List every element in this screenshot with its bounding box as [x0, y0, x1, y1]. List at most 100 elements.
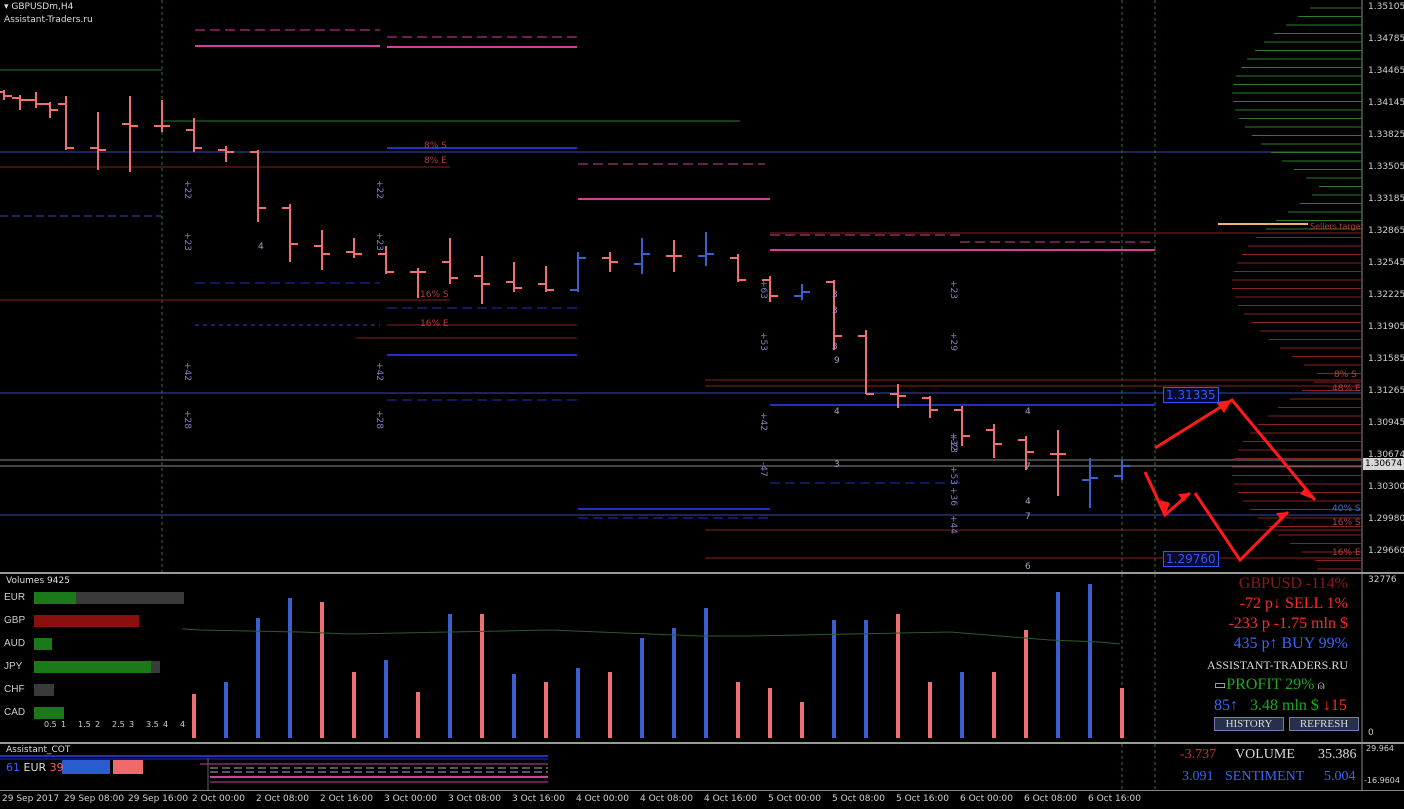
info-profit-row: ▭PROFIT 29% ⍝	[1214, 676, 1325, 694]
count-label: 3	[832, 306, 838, 316]
volume-bar	[736, 682, 740, 738]
price-tick: 1.31265	[1368, 386, 1404, 396]
history-button[interactable]: HISTORY	[1214, 717, 1284, 731]
count-label: 9	[834, 356, 840, 366]
volumes-title: Volumes 9425	[6, 576, 70, 586]
candle	[0, 90, 12, 100]
candle	[986, 424, 1002, 458]
candle	[28, 92, 44, 108]
time-tick: 2 Oct 16:00	[320, 794, 373, 804]
swing-label: +63	[758, 280, 768, 299]
swing-label: +36	[948, 487, 958, 506]
zone-label-r48e: 48% E	[1332, 384, 1361, 394]
price-tick: 1.30945	[1368, 418, 1404, 428]
candle	[122, 96, 138, 172]
candle	[1114, 460, 1130, 480]
volume-bar	[1056, 592, 1060, 738]
scale-tick: 3.5	[146, 720, 159, 729]
currency-code: CHF	[4, 684, 25, 695]
volume-bar	[384, 660, 388, 738]
price-tick: 1.31585	[1368, 354, 1404, 364]
info-site: ASSISTANT-TRADERS.RU	[1207, 658, 1348, 672]
count-label: 4	[1025, 497, 1031, 507]
swing-label: +23	[182, 232, 192, 251]
count-label: 4	[834, 407, 840, 417]
volumes-svg	[0, 574, 1363, 742]
swing-label: +42	[182, 362, 192, 381]
info-pair-line: GBPUSD -114%	[1238, 575, 1348, 592]
currency-code: AUD	[4, 638, 26, 649]
volume-bar	[320, 602, 324, 738]
time-tick: 3 Oct 08:00	[448, 794, 501, 804]
strength-bar-bg	[34, 684, 54, 696]
volume-bar	[288, 598, 292, 738]
scale-tick: 4	[163, 720, 169, 729]
time-tick: 3 Oct 00:00	[384, 794, 437, 804]
zone-label-16s: 16% S	[420, 290, 449, 300]
swing-label: -47	[758, 462, 768, 477]
lower-level-box[interactable]: 1.29760	[1163, 551, 1219, 567]
scale-tick: 2	[95, 720, 101, 729]
strength-bar-fill	[34, 638, 52, 650]
swing-label: +29	[948, 332, 958, 351]
volume-bar	[960, 672, 964, 738]
scale-tick: 2.5	[112, 720, 125, 729]
zone-label-8e: 8% E	[424, 156, 447, 166]
price-chart-svg[interactable]	[0, 0, 1404, 572]
volume-bar	[800, 702, 804, 738]
scale-tick: 0.5	[44, 720, 57, 729]
zone-label-r40s: 40% S	[1332, 504, 1361, 514]
swing-label: +23	[374, 232, 384, 251]
cot-pane[interactable]: Assistant_COT 61 EUR 39 29.964 -16.9604 …	[0, 744, 1404, 790]
scale-tick: 1.5	[78, 720, 91, 729]
info-stats-row: 85↑ 3.48 mln $ ↓15	[1214, 697, 1347, 715]
time-tick: 3 Oct 16:00	[512, 794, 565, 804]
time-tick: 2 Oct 08:00	[256, 794, 309, 804]
price-tick: 1.34145	[1368, 98, 1404, 108]
count-label: 7	[1025, 512, 1031, 522]
time-axis: 29 Sep 2017 29 Sep 08:00 29 Sep 16:00 2 Oct…	[0, 790, 1404, 809]
stats-right: ↓15	[1322, 697, 1347, 714]
cot-sentiment-right: 5.004	[1324, 769, 1356, 784]
volumes-pane[interactable]: Volumes 9425 32776 0 EUR GBP AUD JPY CHF CAD …	[0, 574, 1404, 742]
strength-bar-fill	[34, 661, 151, 673]
cot-sentiment-left: 3.091	[1182, 769, 1214, 784]
chart-title: ▾ GBPUSDm,H4	[4, 2, 73, 12]
currency-code: JPY	[4, 661, 23, 672]
currency-row-jpy: JPY	[4, 661, 184, 675]
main-chart-pane[interactable]: ▾ GBPUSDm,H4 Assistant-Traders.ru 8% S 8…	[0, 0, 1404, 572]
swing-label: +42	[374, 362, 384, 381]
zone-label-r16s: 16% S	[1332, 518, 1361, 528]
cot-volume-right: 35.386	[1318, 747, 1357, 762]
info-sell-line: -72 p↓ SELL 1%	[1239, 595, 1348, 612]
profit-value: PROFIT 29%	[1226, 676, 1315, 693]
candle	[218, 146, 234, 162]
current-price-tag: 1.30674	[1363, 458, 1404, 470]
chart-symbol-label: GBPUSDm,H4	[11, 2, 74, 12]
cot-title: Assistant_COT	[6, 745, 71, 755]
scale-tick: 3	[129, 720, 135, 729]
volumes-max-tick: 32776	[1368, 575, 1397, 585]
candle	[250, 150, 266, 222]
swing-label: +28	[182, 410, 192, 429]
swing-label: +53	[758, 332, 768, 351]
strength-bar-fill	[34, 707, 64, 719]
cot-row-eur: 61 EUR 39	[6, 761, 64, 774]
swing-label: +22	[182, 180, 192, 199]
time-tick: 4 Oct 16:00	[704, 794, 757, 804]
price-tick: 1.33505	[1368, 162, 1404, 172]
cot-row-left: 61	[6, 761, 20, 774]
upper-level-box[interactable]: 1.31335	[1163, 387, 1219, 403]
swing-label: +23	[948, 434, 958, 453]
volume-bar	[448, 614, 452, 738]
candle	[506, 262, 522, 292]
time-tick: 6 Oct 16:00	[1088, 794, 1141, 804]
price-tick: 1.31905	[1368, 322, 1404, 332]
current-price-value: 1.30674	[1365, 459, 1403, 469]
candle	[282, 204, 298, 262]
volume-bar	[1024, 630, 1028, 738]
zone-label-16e: 16% E	[420, 319, 449, 329]
candle	[186, 118, 202, 152]
refresh-button[interactable]: REFRESH	[1289, 717, 1359, 731]
cot-axis-bottom: -16.9604	[1364, 776, 1400, 785]
